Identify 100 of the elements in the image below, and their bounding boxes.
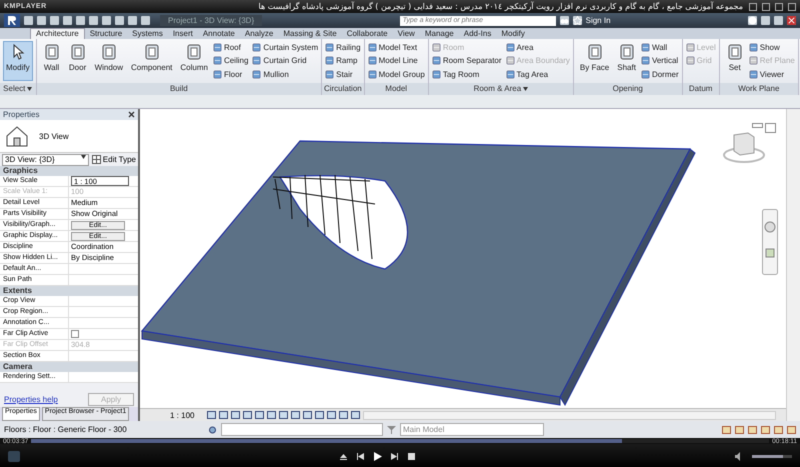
ribbon-tool-button[interactable]: Floor <box>212 68 248 81</box>
ribbon-tool-button[interactable]: Modify <box>3 41 33 81</box>
ribbon-tool-button[interactable]: Viewer <box>748 68 795 81</box>
edit-type-button[interactable]: Edit Type <box>92 155 136 164</box>
ribbon-tab[interactable]: Modify <box>496 29 530 39</box>
ribbon-tool-button[interactable]: Curtain Grid <box>252 54 318 68</box>
ribbon-tab[interactable]: Collaborate <box>342 29 393 39</box>
help-link[interactable]: Properties help <box>4 394 58 404</box>
tool-icon <box>726 43 744 61</box>
edit-type-icon <box>92 155 101 164</box>
tool-icon <box>432 70 441 79</box>
ribbon-tab[interactable]: Annotate <box>198 29 240 39</box>
tool-icon <box>432 56 441 66</box>
ribbon-tab[interactable]: Manage <box>420 29 459 39</box>
ribbon-tool-button[interactable]: Show <box>748 41 795 54</box>
play-button[interactable] <box>373 452 382 460</box>
ribbon-tool-button[interactable]: Model Text <box>368 41 425 54</box>
scroll-bar[interactable] <box>363 410 776 420</box>
tool-icon <box>586 43 604 61</box>
sign-in-link[interactable]: Sign In <box>586 16 611 25</box>
tool-icon <box>325 56 334 66</box>
tool-icon <box>68 43 87 61</box>
view-scale[interactable]: 1 : 100 <box>170 410 194 420</box>
tool-icon <box>432 43 441 52</box>
seek-bar[interactable] <box>31 439 770 443</box>
tool-icon <box>325 43 334 52</box>
ribbon-tab[interactable]: Systems <box>127 29 168 39</box>
tool-icon <box>506 56 515 66</box>
tool-icon <box>640 70 650 79</box>
panel-label: Work Plane <box>738 83 780 95</box>
ribbon-tool-button[interactable]: Area <box>506 41 570 54</box>
navigation-bar-drawing[interactable] <box>762 209 778 275</box>
video-title: مجموعه آموزشی جامع ، گام به گام و کاربردی نرم افزار رویت آرکیتکچر ٢٠١٤ مدرس : سعید فدایی ( تیچرمن ) گروه آموزشی پادشاه گرافیست ها <box>258 2 743 11</box>
star-icon[interactable] <box>572 16 582 25</box>
panel-label: Model <box>385 83 408 95</box>
tool-icon <box>640 43 650 52</box>
tool-icon <box>252 56 262 66</box>
ribbon-tool-button[interactable]: Tag Room <box>432 68 502 81</box>
tool-icon <box>686 56 695 66</box>
ribbon-tool-button[interactable]: Ceiling <box>212 54 248 68</box>
ribbon-tool-button[interactable]: Tag Area <box>506 68 570 81</box>
ribbon-tool-button[interactable]: Component <box>128 41 176 81</box>
group-header[interactable]: Graphics <box>0 166 138 176</box>
eject-button[interactable] <box>339 452 348 460</box>
ribbon-tool-button[interactable]: Column <box>177 41 211 81</box>
ribbon-tab[interactable]: Analyze <box>240 29 278 39</box>
ribbon-tool-button[interactable]: Dormer <box>640 68 679 81</box>
ribbon-tool-button[interactable]: Model Line <box>368 54 425 68</box>
ribbon-tool-button[interactable]: Ramp <box>325 54 361 68</box>
tool-icon <box>368 56 377 66</box>
ribbon-tool-button[interactable]: Window <box>92 41 126 81</box>
ribbon-tool-button[interactable]: Roof <box>212 41 248 54</box>
view-selector[interactable]: 3D View: {3D} <box>2 154 89 166</box>
scroll-bar[interactable] <box>786 109 800 421</box>
caret-icon[interactable] <box>523 87 528 91</box>
tool-icon <box>686 43 695 52</box>
volume-slider[interactable] <box>752 454 792 458</box>
panel-label: Opening <box>612 83 643 95</box>
ribbon-tab[interactable]: View <box>392 29 420 39</box>
ribbon-tab[interactable]: Add-Ins <box>458 29 496 39</box>
ribbon-tab[interactable]: Massing & Site <box>278 29 342 39</box>
ribbon-tool-button[interactable]: Room Separator <box>432 54 502 68</box>
ribbon-tab[interactable]: Structure <box>84 29 128 39</box>
stop-button[interactable] <box>407 452 416 460</box>
tool-icon <box>368 43 377 52</box>
ribbon-tool-button[interactable]: Wall <box>40 41 64 81</box>
ribbon-tool-button[interactable]: Curtain System <box>252 41 318 54</box>
tool-icon <box>252 43 262 52</box>
caret-icon[interactable] <box>27 87 32 91</box>
checkbox[interactable] <box>71 330 79 338</box>
tool-icon <box>748 56 758 66</box>
group-header[interactable]: Extents <box>0 286 138 296</box>
filter-icon[interactable] <box>387 426 396 434</box>
binoculars-icon[interactable] <box>560 16 569 25</box>
group-header[interactable]: Camera <box>0 362 138 372</box>
tool-icon <box>42 43 61 61</box>
ribbon-tool-button[interactable]: Railing <box>325 41 361 54</box>
ribbon-tool-button[interactable]: Wall <box>640 41 679 54</box>
tool-icon <box>640 56 650 66</box>
design-option-dropdown[interactable]: Main Model <box>400 423 544 436</box>
ribbon-tool-button[interactable]: Set <box>722 41 747 81</box>
type-name: 3D View <box>39 132 69 140</box>
ribbon-tool-button[interactable]: By Face <box>576 41 612 81</box>
ribbon-tab[interactable]: Architecture <box>30 28 85 39</box>
ribbon-tab[interactable]: Insert <box>168 29 198 39</box>
previous-button[interactable] <box>356 452 365 460</box>
ribbon-tool-button[interactable]: Stair <box>325 68 361 81</box>
document-title: Project1 - 3D View: {3D} <box>160 15 262 26</box>
next-button[interactable] <box>390 452 399 460</box>
ribbon-tool-button[interactable]: Mullion <box>252 68 318 81</box>
tool-icon <box>212 56 222 66</box>
tool-icon <box>506 70 515 79</box>
ribbon-tool-button[interactable]: Door <box>66 41 90 81</box>
panel-label: Circulation <box>324 83 362 95</box>
panel-label: Datum <box>688 83 712 95</box>
app-logo[interactable] <box>4 14 20 27</box>
worksets-icon[interactable] <box>208 426 217 434</box>
ribbon-tool-button[interactable]: Vertical <box>640 54 679 68</box>
ribbon-tool-button[interactable]: Shaft <box>614 41 639 81</box>
ribbon-tool-button[interactable]: Model Group <box>368 68 425 81</box>
